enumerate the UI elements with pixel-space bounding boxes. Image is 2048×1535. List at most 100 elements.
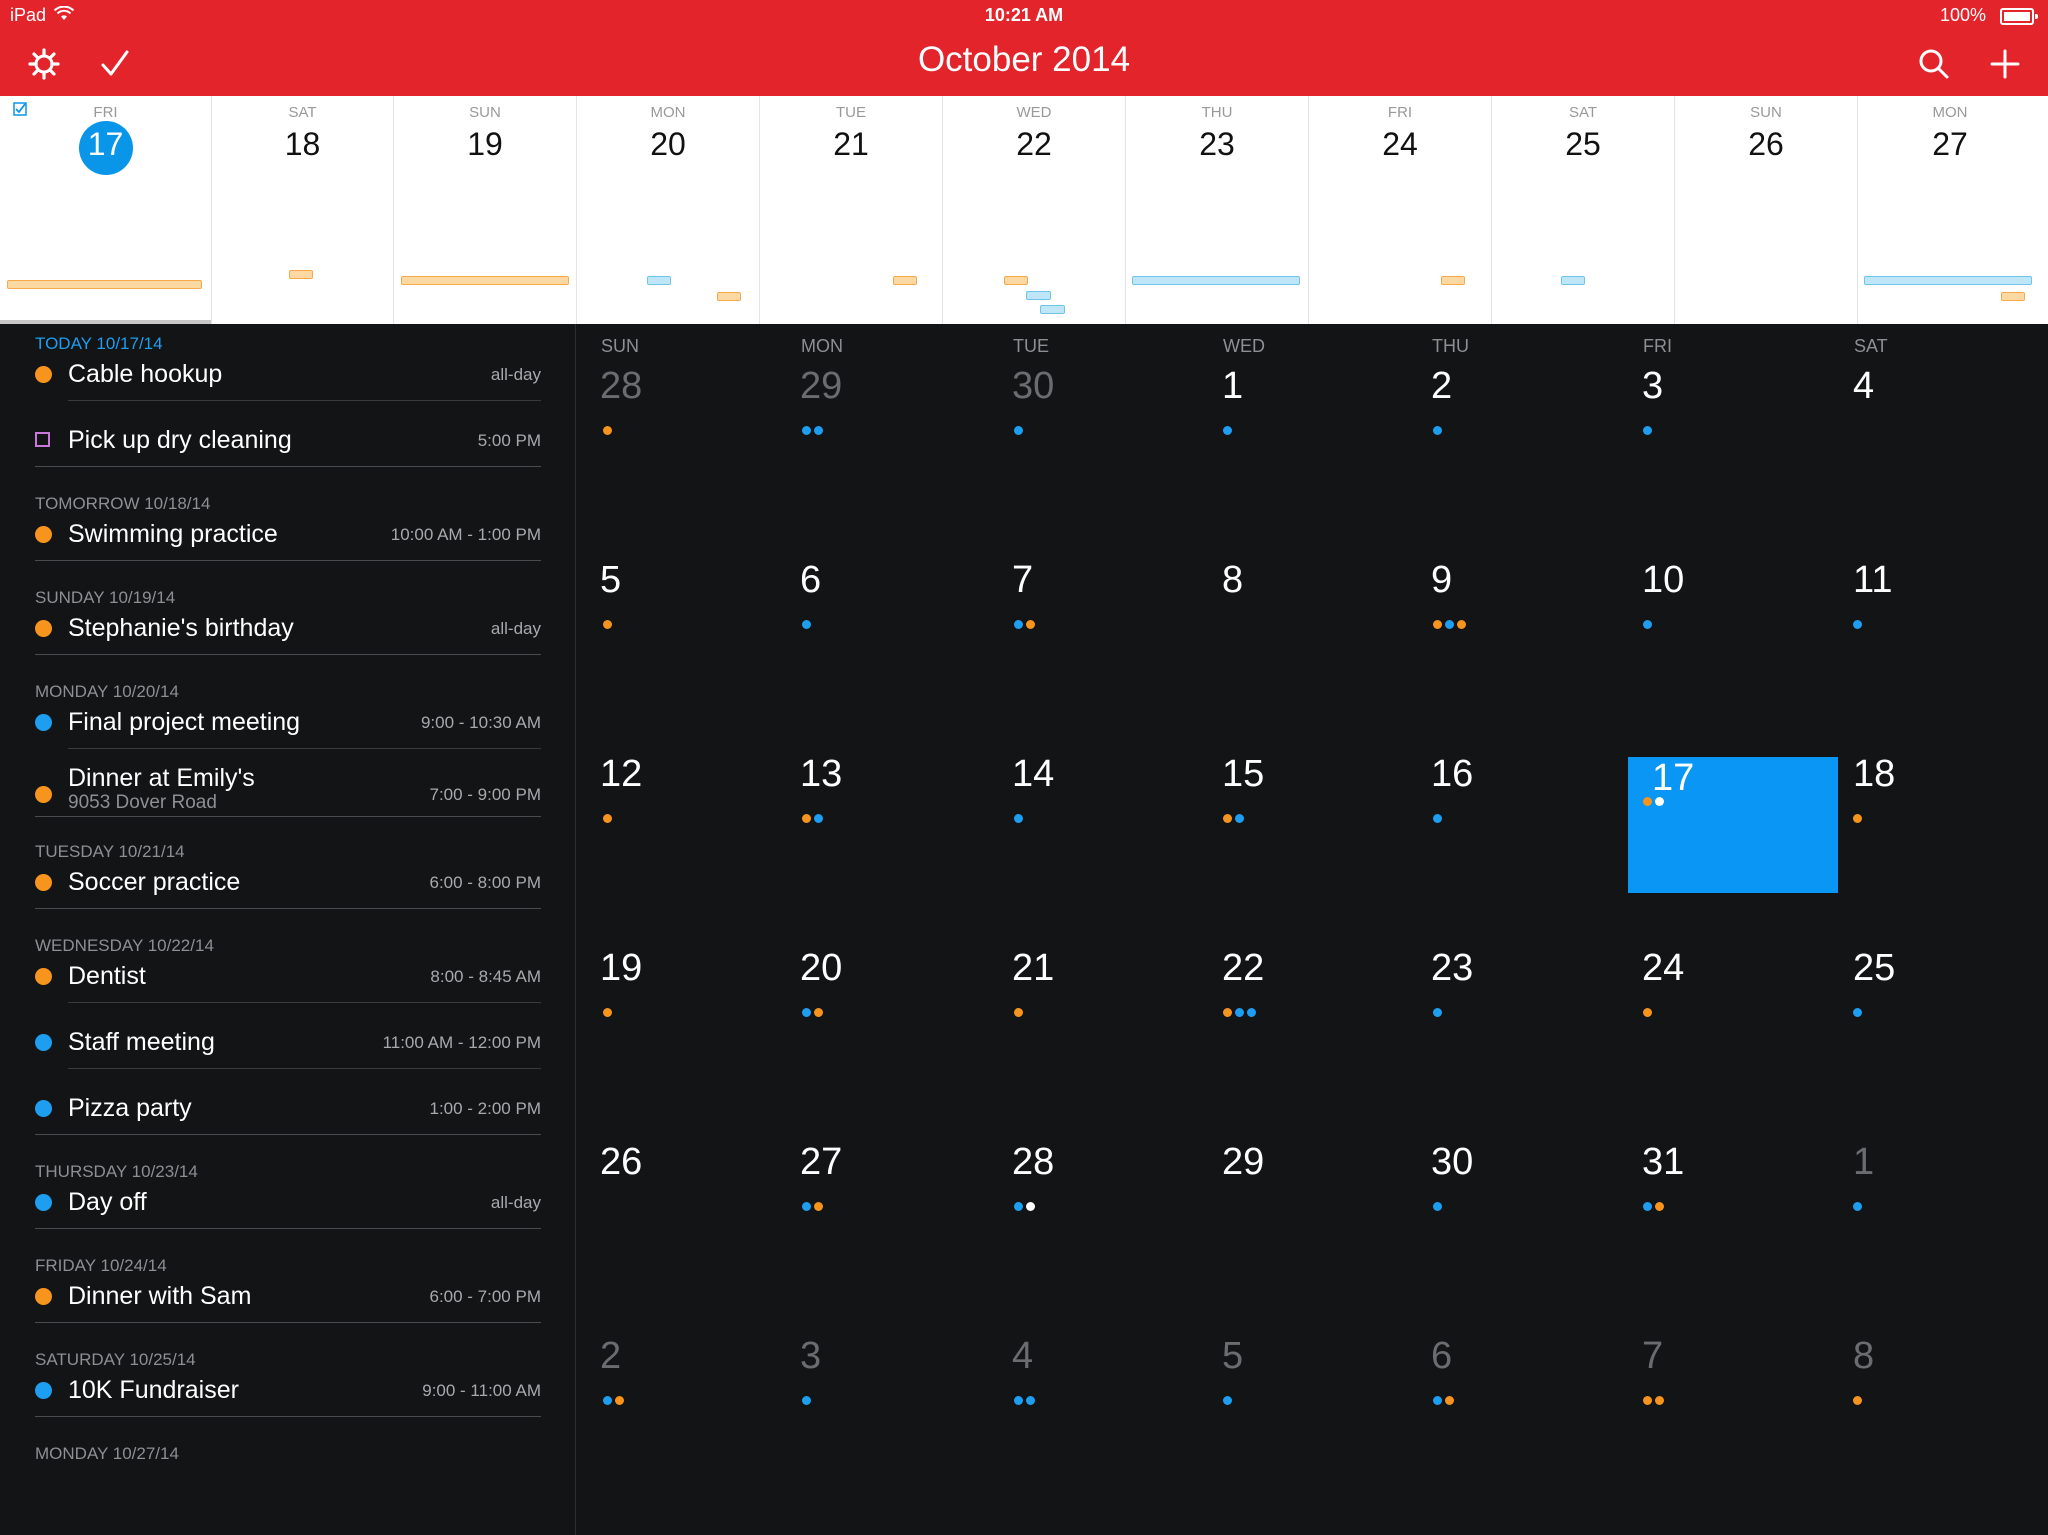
week-day-26[interactable]: SUN 26 — [1674, 96, 1857, 324]
agenda-event[interactable]: Staff meeting 11:00 AM - 12:00 PM — [0, 1020, 576, 1086]
month-day-cell[interactable]: 8 — [1828, 1327, 2038, 1521]
month-day-cell[interactable]: 13 — [777, 745, 987, 939]
month-day-cell[interactable]: 26 — [576, 1133, 786, 1327]
month-day-cell[interactable]: 3 — [1617, 357, 1827, 551]
add-event-icon[interactable] — [1985, 44, 2025, 84]
month-day-cell[interactable]: 14 — [987, 745, 1197, 939]
week-day-18[interactable]: SAT 18 — [211, 96, 393, 324]
event-dot — [1433, 620, 1442, 629]
month-day-cell[interactable]: 10 — [1617, 551, 1827, 745]
month-day-cell[interactable]: 24 — [1617, 939, 1827, 1133]
month-day-cell[interactable]: 8 — [1197, 551, 1407, 745]
week-day-27[interactable]: MON 27 — [1857, 96, 2042, 324]
agenda-event[interactable]: Dentist 8:00 - 8:45 AM — [0, 954, 576, 1020]
event-bar[interactable] — [647, 276, 671, 285]
agenda-event[interactable]: Day off all-day — [0, 1180, 576, 1246]
agenda-event[interactable]: Cable hookup all-day — [0, 352, 576, 418]
month-day-cell[interactable]: 9 — [1407, 551, 1617, 745]
event-bar[interactable] — [1561, 276, 1585, 285]
day-number: 7 — [1642, 1335, 1664, 1377]
week-day-21[interactable]: TUE 21 — [759, 96, 942, 324]
week-day-19[interactable]: SUN 19 — [393, 96, 576, 324]
month-day-cell[interactable]: 22 — [1197, 939, 1407, 1133]
event-bar[interactable] — [1026, 291, 1051, 300]
month-day-cell[interactable]: 12 — [576, 745, 786, 939]
event-bar[interactable] — [1004, 276, 1028, 285]
week-day-name: SAT — [1568, 104, 1598, 121]
month-day-cell[interactable]: 7 — [1617, 1327, 1827, 1521]
month-day-cell[interactable]: 5 — [576, 551, 786, 745]
event-dots — [802, 620, 814, 630]
week-day-22[interactable]: WED 22 — [942, 96, 1125, 324]
agenda-event[interactable]: Dinner with Sam 6:00 - 7:00 PM — [0, 1274, 576, 1340]
event-bar[interactable] — [717, 292, 741, 301]
event-dot — [802, 1008, 811, 1017]
week-day-25[interactable]: SAT 25 — [1491, 96, 1674, 324]
month-day-cell[interactable]: 6 — [777, 551, 987, 745]
event-dots — [1223, 814, 1247, 824]
event-bar[interactable] — [1132, 276, 1300, 285]
week-day-24[interactable]: FRI 24 — [1308, 96, 1491, 324]
month-day-cell[interactable]: 19 — [576, 939, 786, 1133]
month-day-cell[interactable]: 28 — [987, 1133, 1197, 1327]
event-time: 11:00 AM - 12:00 PM — [382, 1033, 541, 1052]
task-checkbox-icon[interactable] — [35, 432, 50, 447]
month-day-cell[interactable]: 31 — [1617, 1133, 1827, 1327]
agenda-event[interactable]: 10K Fundraiser 9:00 - 11:00 AM — [0, 1368, 576, 1434]
month-day-cell[interactable]: 25 — [1828, 939, 2038, 1133]
search-icon[interactable] — [1914, 44, 1954, 84]
event-bar[interactable] — [289, 270, 313, 279]
month-day-cell[interactable]: 28 — [576, 357, 786, 551]
month-day-cell[interactable]: 3 — [777, 1327, 987, 1521]
event-bar[interactable] — [2001, 292, 2025, 301]
event-bar[interactable] — [7, 280, 202, 289]
agenda-event[interactable]: Stephanie's birthday all-day — [0, 606, 576, 672]
month-day-cell[interactable]: 1 — [1197, 357, 1407, 551]
month-day-cell[interactable]: 29 — [777, 357, 987, 551]
event-bar[interactable] — [1040, 305, 1065, 314]
event-dot — [1457, 620, 1466, 629]
month-title[interactable]: October 2014 — [0, 40, 2048, 80]
agenda-event[interactable]: Pizza party 1:00 - 2:00 PM — [0, 1086, 576, 1152]
event-bar[interactable] — [893, 276, 917, 285]
agenda-event[interactable]: Pick up dry cleaning 5:00 PM — [0, 418, 576, 484]
month-day-cell[interactable]: 7 — [987, 551, 1197, 745]
row-separator — [68, 400, 541, 401]
agenda-event[interactable]: Swimming practice 10:00 AM - 1:00 PM — [0, 512, 576, 578]
event-bar[interactable] — [1441, 276, 1465, 285]
month-day-cell[interactable]: 30 — [987, 357, 1197, 551]
agenda-event[interactable]: Final project meeting 9:00 - 10:30 AM — [0, 700, 576, 766]
month-day-cell[interactable]: 27 — [777, 1133, 987, 1327]
agenda-event[interactable]: Dinner at Emily's 9053 Dover Road 7:00 - 9… — [0, 764, 576, 832]
agenda-event[interactable]: Soccer practice 6:00 - 8:00 PM — [0, 860, 576, 926]
week-day-number: 25 — [1565, 126, 1601, 162]
week-day-23[interactable]: THU 23 — [1125, 96, 1308, 324]
event-dots — [1853, 1008, 1865, 1018]
event-bar[interactable] — [401, 276, 569, 285]
status-time: 10:21 AM — [984, 5, 1064, 25]
month-day-cell[interactable]: 20 — [777, 939, 987, 1133]
calendar-color-dot — [35, 526, 52, 543]
month-day-cell[interactable]: 30 — [1407, 1133, 1617, 1327]
month-day-cell[interactable]: 6 — [1407, 1327, 1617, 1521]
event-dot — [1445, 1396, 1454, 1405]
week-day-20[interactable]: MON 20 — [576, 96, 759, 324]
week-day-17[interactable]: FRI 17 — [0, 96, 211, 324]
month-day-cell[interactable]: 2 — [1407, 357, 1617, 551]
month-day-cell[interactable]: 23 — [1407, 939, 1617, 1133]
month-day-cell[interactable]: 15 — [1197, 745, 1407, 939]
month-day-cell[interactable]: 2 — [576, 1327, 786, 1521]
month-day-cell[interactable]: 1 — [1828, 1133, 2038, 1327]
settings-gear-icon[interactable] — [24, 44, 64, 84]
month-day-cell[interactable]: 4 — [1828, 357, 2038, 551]
month-day-cell[interactable]: 5 — [1197, 1327, 1407, 1521]
month-day-cell[interactable]: 16 — [1407, 745, 1617, 939]
month-day-cell[interactable]: 29 — [1197, 1133, 1407, 1327]
month-day-cell[interactable]: 4 — [987, 1327, 1197, 1521]
month-day-cell[interactable]: 18 — [1828, 745, 2038, 939]
tasks-check-icon[interactable] — [95, 44, 135, 84]
month-day-cell[interactable]: 11 — [1828, 551, 2038, 745]
event-bar[interactable] — [1864, 276, 2032, 285]
month-day-cell[interactable]: 21 — [987, 939, 1197, 1133]
month-day-cell[interactable]: 17 — [1628, 757, 1838, 893]
